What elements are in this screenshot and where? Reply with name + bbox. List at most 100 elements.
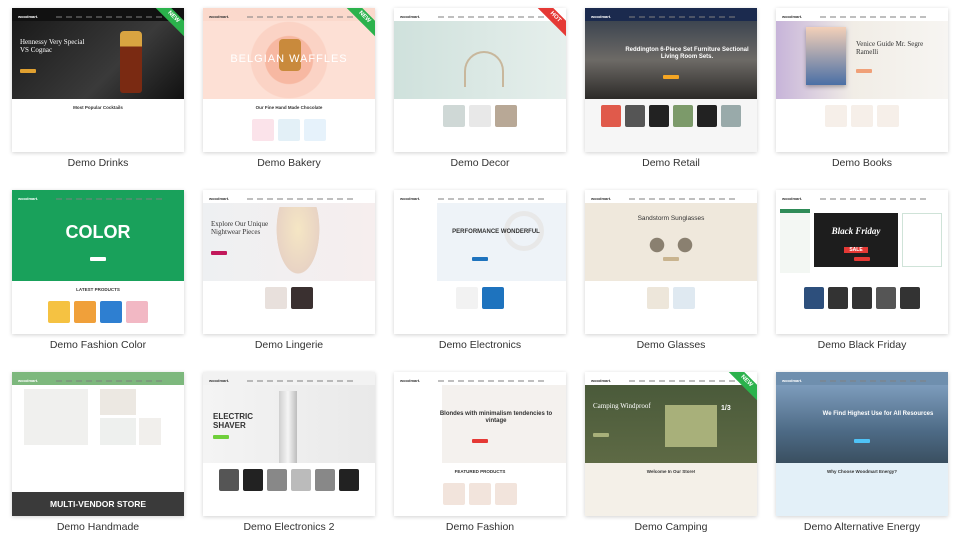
content-section [585,99,757,152]
nav-links [247,15,355,18]
demo-thumbnail-demo-handmade[interactable]: woodmart. MULTI-VENDOR STORE MULTI-VENDOR … [12,372,184,516]
product-tile [852,287,872,309]
nav-links [629,15,737,18]
demo-thumbnail-demo-electronics-2[interactable]: woodmart. ELECTRIC SHAVER [203,372,375,516]
product-tile [900,287,920,309]
demo-thumbnail-demo-drinks[interactable]: woodmart. Most Popular Cocktails Hennessy … [12,8,184,152]
hero-headline: Camping Windproof [593,402,651,410]
hero-headline: Sandstorm Sunglasses [637,215,705,222]
multi-vendor-banner: MULTI-VENDOR STORE [12,492,184,516]
demo-thumbnail-demo-books[interactable]: woodmart. Venice Guide Mr. Segre Ramelli [776,8,948,152]
site-logo: woodmart. [591,196,612,201]
demo-thumbnail-demo-decor[interactable]: woodmart. HOT [394,8,566,152]
nav-links [56,379,164,382]
demo-thumbnail-demo-electronics[interactable]: woodmart. PERFORMANCE WONDERFUL [394,190,566,334]
product-tile [219,469,239,491]
content-section: Welcome In Our Store! [585,463,757,516]
hero-headline: Explore Our Unique Nightwear Pieces [211,220,269,236]
demo-cell: woodmart. Venice Guide Mr. Segre Ramelli D… [776,8,948,190]
demo-thumbnail-demo-glasses[interactable]: woodmart. Sandstorm Sunglasses [585,190,757,334]
demo-label[interactable]: Demo Fashion [394,521,566,533]
nav-links [820,197,928,200]
content-section: Our Fine Hand Made Chocolate [203,99,375,152]
demo-thumbnail-demo-lingerie[interactable]: woodmart. Explore Our Unique Nightwear Pi… [203,190,375,334]
content-section: Most Popular Cocktails [12,99,184,152]
sale-label: SALE [844,247,868,253]
demo-label[interactable]: Demo Bakery [203,157,375,169]
site-nav: woodmart. [776,194,948,203]
demo-label[interactable]: Demo Electronics [394,339,566,351]
product-tile [469,483,491,505]
nav-links [247,379,355,382]
demo-cell: woodmart. Why Choose Woodmart Energy? We F… [776,372,948,554]
demo-thumbnail-demo-fashion[interactable]: woodmart. FEATURED PRODUCTS Blondes with m… [394,372,566,516]
product-tile [625,105,645,127]
demo-cell: woodmart. Explore Our Unique Nightwear Pi… [203,190,375,372]
site-logo: woodmart. [782,14,803,19]
hero-headline: Blondes with minimalism tendencies to vi… [439,411,553,424]
demo-label[interactable]: Demo Electronics 2 [203,521,375,533]
section-heading: FEATURED PRODUCTS [454,469,506,474]
product-tile [495,105,517,127]
product-tile [278,119,300,141]
demo-label[interactable]: Demo Black Friday [776,339,948,351]
product-tile [649,105,669,127]
glasses-image [643,237,699,253]
content-section: FEATURED PRODUCTS [394,463,566,516]
hero-banner: Black Friday SALE [776,203,948,281]
product-tile [721,105,741,127]
demo-label[interactable]: Demo Retail [585,157,757,169]
product-tile [876,287,896,309]
product-tile [851,105,873,127]
slide-counter: 1/3 [721,405,731,412]
hero-banner: Hennessy Very Special VS Cognac [12,21,184,99]
product-tile [315,469,335,491]
hero-banner: PERFORMANCE WONDERFUL [394,203,566,281]
demo-label[interactable]: Demo Glasses [585,339,757,351]
demo-thumbnail-demo-retail[interactable]: woodmart. Reddington 6-Piece Set Furnitur… [585,8,757,152]
content-section [394,99,566,152]
site-nav: woodmart. [585,194,757,203]
hero-button [90,257,106,261]
demo-thumbnail-demo-fashion-color[interactable]: woodmart. LATEST PRODUCTS COLOR [12,190,184,334]
section-heading: Why Choose Woodmart Energy? [827,469,897,474]
hero-banner: ELECTRIC SHAVER [203,385,375,463]
demo-thumbnail-demo-alternative-energy[interactable]: woodmart. Why Choose Woodmart Energy? We F… [776,372,948,516]
demo-label[interactable]: Demo Handmade [12,521,184,533]
demo-label[interactable]: Demo Camping [585,521,757,533]
hero-button [856,69,872,73]
product-tile [673,105,693,127]
tent-image [665,405,717,447]
product-tile [456,287,478,309]
nav-links [56,197,164,200]
nav-links [629,379,737,382]
hero-button [854,439,870,443]
content-section: Why Choose Woodmart Energy? [776,463,948,516]
demo-cell: woodmart. Most Popular Cocktails Hennessy … [12,8,184,190]
site-nav: woodmart. [12,194,184,203]
product-tile [877,105,899,127]
product-tile [304,119,326,141]
site-logo: woodmart. [209,196,230,201]
demo-label[interactable]: Demo Books [776,157,948,169]
demo-thumbnail-demo-camping[interactable]: woodmart. Welcome In Our Store! Camping Wi… [585,372,757,516]
demo-label[interactable]: Demo Lingerie [203,339,375,351]
site-logo: woodmart. [18,14,39,19]
demo-label[interactable]: Demo Fashion Color [12,339,184,351]
nav-links [820,379,928,382]
product-tile [291,287,313,309]
site-logo: woodmart. [400,14,421,19]
product-tile [126,301,148,323]
demo-cell: woodmart. Reddington 6-Piece Set Furnitur… [585,8,757,190]
product-tile [265,287,287,309]
demo-label[interactable]: Demo Alternative Energy [776,521,948,533]
product-tile [825,105,847,127]
demo-label[interactable]: Demo Drinks [12,157,184,169]
product-tile [443,105,465,127]
content-section: LATEST PRODUCTS [12,281,184,334]
demo-label[interactable]: Demo Decor [394,157,566,169]
demo-thumbnail-demo-black-friday[interactable]: woodmart. Black Friday SALE [776,190,948,334]
hero-headline: Reddington 6-Piece Set Furniture Section… [625,47,749,60]
demo-thumbnail-demo-bakery[interactable]: woodmart. Our Fine Hand Made Chocolate BEL… [203,8,375,152]
product-tile [482,287,504,309]
